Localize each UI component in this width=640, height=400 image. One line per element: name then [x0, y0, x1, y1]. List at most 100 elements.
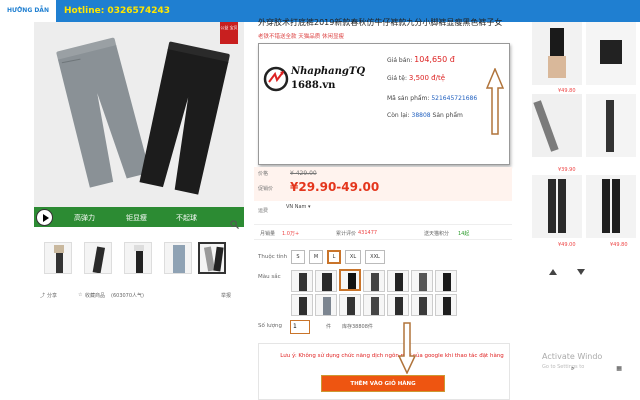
quantity-input[interactable]: 1	[290, 320, 310, 334]
favorite-link[interactable]: 收藏商品	[85, 292, 105, 299]
color-swatch-4[interactable]	[363, 270, 385, 292]
old-price-label: 价格	[258, 171, 269, 177]
color-swatch-10[interactable]	[339, 294, 361, 316]
related-product-3[interactable]	[532, 94, 582, 157]
quantity-stock: 库存38808件	[342, 324, 373, 330]
nhaphang-logo: NhaphangTQ 1688.vn	[263, 64, 371, 104]
related-product-4[interactable]	[586, 94, 636, 157]
size-option-xxl[interactable]: XXL	[365, 250, 385, 264]
sales-label: 月销量	[260, 231, 276, 237]
thumbnail-2[interactable]	[84, 242, 112, 274]
rate-row: Giá tệ: 3,500 đ/tệ	[387, 74, 445, 82]
color-swatch-14[interactable]	[435, 294, 457, 316]
points-label: 送天猫积分	[424, 231, 450, 237]
sales-value: 1.0万+	[282, 231, 300, 237]
feature-3: 不起球	[176, 214, 197, 222]
reviews-label: 累计评价	[336, 231, 357, 237]
size-option-l[interactable]: L	[327, 250, 341, 264]
hotline-text: Hotline: 0326574243	[64, 6, 171, 16]
stock-unit: Sản phẩm	[432, 112, 463, 119]
price-block: 价格 ¥ 429.00 促销价 ¥29.90-49.00	[254, 167, 512, 201]
scroll-up-icon[interactable]	[548, 268, 558, 276]
logo-text-1: NhaphangTQ	[291, 66, 366, 77]
related-product-5[interactable]	[532, 175, 582, 238]
add-to-cart-button[interactable]: THÊM VÀO GIỎ HÀNG	[321, 375, 445, 392]
product-subtitle: 老铁不错送全款 天猫品质 休闲显瘦	[258, 34, 344, 40]
price-label: Giá bán:	[387, 57, 413, 64]
color-swatch-2[interactable]	[315, 270, 337, 292]
promo-price-label: 促销价	[258, 186, 274, 192]
color-swatch-11[interactable]	[363, 294, 385, 316]
shipping-label: 运费	[258, 208, 269, 214]
logo-text-2: 1688.vn	[291, 80, 336, 91]
play-icon[interactable]	[36, 209, 53, 226]
color-swatch-5[interactable]	[387, 270, 409, 292]
reviews-value: 431477	[358, 230, 378, 236]
share-link[interactable]: 分享	[47, 292, 57, 299]
quantity-label: Số lượng	[258, 323, 282, 329]
stock-row: Còn lại: 38808 Sản phẩm	[387, 112, 463, 119]
pants-illustration	[56, 37, 230, 195]
product-title: 外穿胶术打底裤2019新款春秋仿牛仔裤款九分小脚裤显瘦黑色裤子女	[258, 18, 503, 27]
logo-icon	[263, 66, 289, 92]
order-note-box: Lưu ý: Không sử dụng chức năng dịch ngôn…	[258, 343, 510, 400]
color-swatch-3-selected[interactable]	[339, 269, 361, 291]
sku-value: 521645721686	[431, 95, 478, 102]
main-product-image[interactable]: 公益 宝贝 高弹力 钜显瘦 不起球	[34, 22, 244, 227]
thumbnail-5-selected[interactable]	[198, 242, 226, 274]
color-swatch-1[interactable]	[291, 270, 313, 292]
sku-label: Mã sản phẩm:	[387, 95, 430, 102]
scroll-down-icon[interactable]	[576, 268, 586, 276]
share-icon[interactable]: ⤴	[40, 292, 45, 299]
windows-activation-title: Activate Windo	[542, 352, 603, 361]
sku-row: Mã sản phẩm: 521645721686	[387, 95, 477, 102]
thumbnail-1[interactable]	[44, 242, 72, 274]
related-product-2[interactable]	[586, 22, 636, 85]
size-option-xl[interactable]: XL	[345, 250, 361, 264]
size-option-s[interactable]: S	[291, 250, 305, 264]
related-price-4: ¥49.80	[610, 242, 628, 248]
feature-2: 钜显瘦	[126, 214, 147, 222]
up-arrow-icon	[486, 68, 504, 135]
price-row: Giá bán: 104,650 đ	[387, 55, 455, 64]
rate-value: 3,500 đ/tệ	[408, 74, 446, 82]
color-swatch-7[interactable]	[435, 270, 457, 292]
report-link[interactable]: 举报	[221, 292, 231, 299]
color-label: Màu sắc	[258, 274, 281, 280]
color-swatch-9[interactable]	[315, 294, 337, 316]
color-swatch-13[interactable]	[411, 294, 433, 316]
feature-1: 高弹力	[74, 214, 95, 222]
zoom-icon[interactable]	[230, 220, 239, 229]
related-price-2: ¥39.90	[558, 167, 576, 173]
thumbnail-3[interactable]	[124, 242, 152, 274]
size-option-m[interactable]: M	[309, 250, 323, 264]
size-label: Thuộc tính	[258, 254, 288, 260]
search-icon[interactable]: ⌕	[571, 365, 574, 372]
stock-value: 38808	[411, 112, 431, 119]
translation-warning: Lưu ý: Không sử dụng chức năng dịch ngôn…	[280, 353, 504, 359]
stats-row: 月销量 1.0万+ 累计评价 431477 送天猫积分 14起	[254, 224, 512, 240]
grid-icon[interactable]: ▦	[616, 365, 622, 372]
promo-price: ¥29.90-49.00	[290, 180, 380, 194]
related-product-1[interactable]	[532, 22, 582, 85]
quantity-unit: 件	[326, 324, 332, 330]
stock-label: Còn lại:	[387, 112, 410, 119]
price-info-box: NhaphangTQ 1688.vn Giá bán: 104,650 đ Gi…	[258, 43, 510, 165]
popularity-count: (603070人气)	[111, 293, 144, 299]
promo-badge: 公益 宝贝	[220, 22, 238, 44]
feature-strip: 高弹力 钜显瘦 不起球	[34, 207, 244, 227]
points-value: 14起	[458, 231, 470, 237]
color-swatch-8[interactable]	[291, 294, 313, 316]
rate-label: Giá tệ:	[387, 75, 407, 82]
related-price-3: ¥49.00	[558, 242, 576, 248]
star-icon[interactable]: ☆	[78, 292, 82, 298]
guide-link[interactable]: HƯỚNG DẪN	[0, 0, 56, 22]
related-product-6[interactable]	[586, 175, 636, 238]
color-swatch-6[interactable]	[411, 270, 433, 292]
price-value: 104,650 đ	[414, 55, 455, 64]
corner-controls: ⌕ ▦	[571, 365, 622, 373]
thumbnail-4[interactable]	[164, 242, 192, 274]
shipping-select[interactable]: VN Nam ▾	[286, 204, 311, 210]
color-swatch-12[interactable]	[387, 294, 409, 316]
down-arrow-icon	[398, 322, 416, 374]
